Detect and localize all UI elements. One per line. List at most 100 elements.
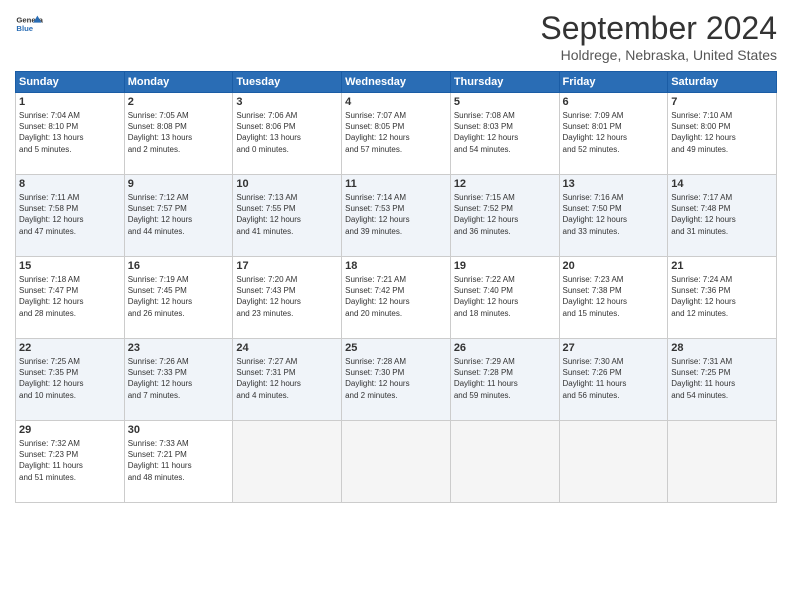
table-cell: 24Sunrise: 7:27 AM Sunset: 7:31 PM Dayli… bbox=[233, 339, 342, 421]
col-sunday: Sunday bbox=[16, 72, 125, 93]
day-info: Sunrise: 7:32 AM Sunset: 7:23 PM Dayligh… bbox=[19, 438, 121, 483]
day-info: Sunrise: 7:13 AM Sunset: 7:55 PM Dayligh… bbox=[236, 192, 338, 237]
day-number: 5 bbox=[454, 96, 556, 108]
day-info: Sunrise: 7:23 AM Sunset: 7:38 PM Dayligh… bbox=[563, 274, 665, 319]
calendar-row: 1 Sunrise: 7:04 AM Sunset: 8:10 PM Daylig… bbox=[16, 93, 777, 175]
calendar-page: General Blue September 2024 Holdrege, Ne… bbox=[0, 0, 792, 612]
day-info: Sunrise: 7:04 AM Sunset: 8:10 PM Dayligh… bbox=[19, 110, 121, 155]
day-number: 23 bbox=[128, 342, 230, 354]
day-info: Sunrise: 7:08 AM Sunset: 8:03 PM Dayligh… bbox=[454, 110, 556, 155]
day-number: 16 bbox=[128, 260, 230, 272]
table-cell: 18Sunrise: 7:21 AM Sunset: 7:42 PM Dayli… bbox=[342, 257, 451, 339]
day-info: Sunrise: 7:19 AM Sunset: 7:45 PM Dayligh… bbox=[128, 274, 230, 319]
day-info: Sunrise: 7:07 AM Sunset: 8:05 PM Dayligh… bbox=[345, 110, 447, 155]
day-info: Sunrise: 7:26 AM Sunset: 7:33 PM Dayligh… bbox=[128, 356, 230, 401]
day-info: Sunrise: 7:24 AM Sunset: 7:36 PM Dayligh… bbox=[671, 274, 773, 319]
col-saturday: Saturday bbox=[668, 72, 777, 93]
day-number: 14 bbox=[671, 178, 773, 190]
logo-icon: General Blue bbox=[15, 10, 43, 38]
day-info: Sunrise: 7:31 AM Sunset: 7:25 PM Dayligh… bbox=[671, 356, 773, 401]
table-cell bbox=[233, 421, 342, 503]
table-cell bbox=[559, 421, 668, 503]
table-cell bbox=[450, 421, 559, 503]
day-number: 21 bbox=[671, 260, 773, 272]
day-number: 19 bbox=[454, 260, 556, 272]
day-number: 18 bbox=[345, 260, 447, 272]
calendar-row: 15 Sunrise: 7:18 AM Sunset: 7:47 PM Dayli… bbox=[16, 257, 777, 339]
day-info: Sunrise: 7:25 AM Sunset: 7:35 PM Dayligh… bbox=[19, 356, 121, 401]
day-number: 3 bbox=[236, 96, 338, 108]
day-info: Sunrise: 7:33 AM Sunset: 7:21 PM Dayligh… bbox=[128, 438, 230, 483]
day-info: Sunrise: 7:22 AM Sunset: 7:40 PM Dayligh… bbox=[454, 274, 556, 319]
col-tuesday: Tuesday bbox=[233, 72, 342, 93]
day-info: Sunrise: 7:20 AM Sunset: 7:43 PM Dayligh… bbox=[236, 274, 338, 319]
day-number: 10 bbox=[236, 178, 338, 190]
day-number: 22 bbox=[19, 342, 121, 354]
day-number: 7 bbox=[671, 96, 773, 108]
day-number: 20 bbox=[563, 260, 665, 272]
table-cell: 30 Sunrise: 7:33 AM Sunset: 7:21 PM Dayli… bbox=[124, 421, 233, 503]
month-title: September 2024 bbox=[540, 10, 777, 47]
svg-text:Blue: Blue bbox=[16, 24, 33, 33]
day-info: Sunrise: 7:15 AM Sunset: 7:52 PM Dayligh… bbox=[454, 192, 556, 237]
col-monday: Monday bbox=[124, 72, 233, 93]
day-number: 24 bbox=[236, 342, 338, 354]
table-cell: 1 Sunrise: 7:04 AM Sunset: 8:10 PM Daylig… bbox=[16, 93, 125, 175]
day-info: Sunrise: 7:10 AM Sunset: 8:00 PM Dayligh… bbox=[671, 110, 773, 155]
table-cell: 12Sunrise: 7:15 AM Sunset: 7:52 PM Dayli… bbox=[450, 175, 559, 257]
day-number: 27 bbox=[563, 342, 665, 354]
day-info: Sunrise: 7:18 AM Sunset: 7:47 PM Dayligh… bbox=[19, 274, 121, 319]
col-friday: Friday bbox=[559, 72, 668, 93]
table-cell: 22 Sunrise: 7:25 AM Sunset: 7:35 PM Dayli… bbox=[16, 339, 125, 421]
day-number: 29 bbox=[19, 424, 121, 436]
table-cell: 25Sunrise: 7:28 AM Sunset: 7:30 PM Dayli… bbox=[342, 339, 451, 421]
table-cell: 10 Sunrise: 7:13 AM Sunset: 7:55 PM Dayli… bbox=[233, 175, 342, 257]
day-info: Sunrise: 7:09 AM Sunset: 8:01 PM Dayligh… bbox=[563, 110, 665, 155]
table-cell: 6 Sunrise: 7:09 AM Sunset: 8:01 PM Daylig… bbox=[559, 93, 668, 175]
day-number: 30 bbox=[128, 424, 230, 436]
table-cell: 13Sunrise: 7:16 AM Sunset: 7:50 PM Dayli… bbox=[559, 175, 668, 257]
table-cell: 29 Sunrise: 7:32 AM Sunset: 7:23 PM Dayli… bbox=[16, 421, 125, 503]
table-cell: 7 Sunrise: 7:10 AM Sunset: 8:00 PM Daylig… bbox=[668, 93, 777, 175]
col-wednesday: Wednesday bbox=[342, 72, 451, 93]
day-number: 25 bbox=[345, 342, 447, 354]
table-cell bbox=[342, 421, 451, 503]
table-cell bbox=[668, 421, 777, 503]
day-info: Sunrise: 7:14 AM Sunset: 7:53 PM Dayligh… bbox=[345, 192, 447, 237]
logo: General Blue bbox=[15, 10, 47, 38]
table-cell: 9Sunrise: 7:12 AM Sunset: 7:57 PM Daylig… bbox=[124, 175, 233, 257]
header-row: Sunday Monday Tuesday Wednesday Thursday… bbox=[16, 72, 777, 93]
table-cell: 14 Sunrise: 7:17 AM Sunset: 7:48 PM Dayli… bbox=[668, 175, 777, 257]
table-cell: 15 Sunrise: 7:18 AM Sunset: 7:47 PM Dayli… bbox=[16, 257, 125, 339]
day-info: Sunrise: 7:05 AM Sunset: 8:08 PM Dayligh… bbox=[128, 110, 230, 155]
day-number: 9 bbox=[128, 178, 230, 190]
location: Holdrege, Nebraska, United States bbox=[540, 47, 777, 63]
day-info: Sunrise: 7:29 AM Sunset: 7:28 PM Dayligh… bbox=[454, 356, 556, 401]
day-info: Sunrise: 7:11 AM Sunset: 7:58 PM Dayligh… bbox=[19, 192, 121, 237]
table-cell: 19 Sunrise: 7:22 AM Sunset: 7:40 PM Dayli… bbox=[450, 257, 559, 339]
table-cell: 2 Sunrise: 7:05 AM Sunset: 8:08 PM Daylig… bbox=[124, 93, 233, 175]
table-cell: 23 Sunrise: 7:26 AM Sunset: 7:33 PM Dayli… bbox=[124, 339, 233, 421]
table-cell: 27 Sunrise: 7:30 AM Sunset: 7:26 PM Dayli… bbox=[559, 339, 668, 421]
day-number: 15 bbox=[19, 260, 121, 272]
day-info: Sunrise: 7:30 AM Sunset: 7:26 PM Dayligh… bbox=[563, 356, 665, 401]
col-thursday: Thursday bbox=[450, 72, 559, 93]
day-number: 28 bbox=[671, 342, 773, 354]
day-number: 2 bbox=[128, 96, 230, 108]
calendar-row: 8Sunrise: 7:11 AM Sunset: 7:58 PM Daylig… bbox=[16, 175, 777, 257]
header: General Blue September 2024 Holdrege, Ne… bbox=[15, 10, 777, 63]
table-cell: 20 Sunrise: 7:23 AM Sunset: 7:38 PM Dayli… bbox=[559, 257, 668, 339]
table-cell: 3 Sunrise: 7:06 AM Sunset: 8:06 PM Daylig… bbox=[233, 93, 342, 175]
day-info: Sunrise: 7:17 AM Sunset: 7:48 PM Dayligh… bbox=[671, 192, 773, 237]
day-info: Sunrise: 7:06 AM Sunset: 8:06 PM Dayligh… bbox=[236, 110, 338, 155]
day-number: 1 bbox=[19, 96, 121, 108]
table-cell: 5 Sunrise: 7:08 AM Sunset: 8:03 PM Daylig… bbox=[450, 93, 559, 175]
day-number: 6 bbox=[563, 96, 665, 108]
day-number: 26 bbox=[454, 342, 556, 354]
day-number: 17 bbox=[236, 260, 338, 272]
table-cell: 16 Sunrise: 7:19 AM Sunset: 7:45 PM Dayli… bbox=[124, 257, 233, 339]
table-cell: 4Sunrise: 7:07 AM Sunset: 8:05 PM Daylig… bbox=[342, 93, 451, 175]
day-info: Sunrise: 7:16 AM Sunset: 7:50 PM Dayligh… bbox=[563, 192, 665, 237]
table-cell: 28 Sunrise: 7:31 AM Sunset: 7:25 PM Dayli… bbox=[668, 339, 777, 421]
calendar-row: 22 Sunrise: 7:25 AM Sunset: 7:35 PM Dayli… bbox=[16, 339, 777, 421]
